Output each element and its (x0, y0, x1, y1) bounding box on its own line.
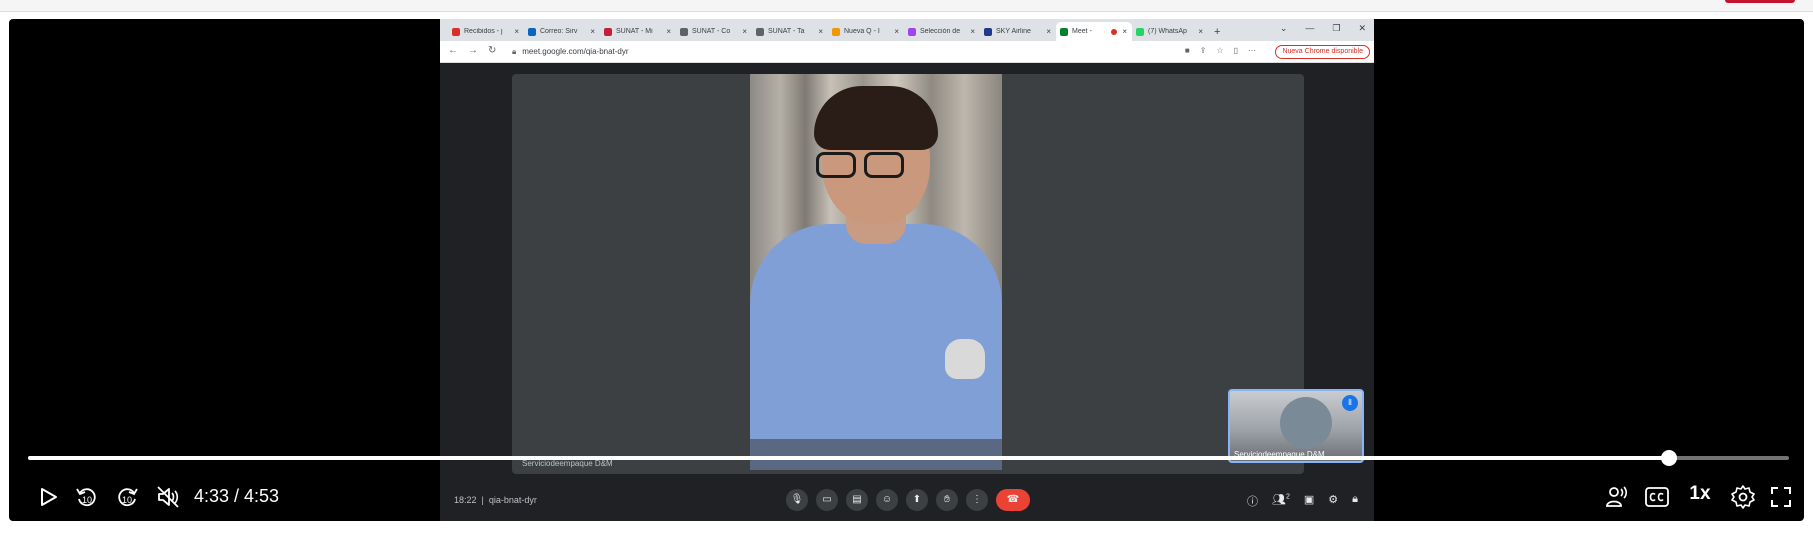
tab-close-icon: × (818, 27, 823, 36)
play-button[interactable] (30, 479, 66, 515)
self-view-tile: ⦀ Serviciodeempaque D&M (1228, 389, 1364, 463)
playback-speed-button[interactable]: 1x (1682, 483, 1718, 505)
transcript-icon (1606, 486, 1628, 507)
tab-favicon-icon (984, 27, 992, 36)
tab-close-icon: × (970, 27, 975, 36)
sidepanel-icon: ▯ (1233, 46, 1238, 55)
speaker-name-label: Serviciodeempaque D&M (522, 459, 613, 468)
page-accent-bar (1725, 0, 1795, 3)
settings-button[interactable] (1725, 479, 1761, 515)
recorded-tab-label: SKY Airline (996, 28, 1031, 35)
tab-favicon-icon (1060, 27, 1068, 36)
forward-10-icon: 10 (118, 488, 138, 507)
speaker-video (750, 74, 1002, 470)
tab-search-icon: ⌄ (1279, 23, 1288, 33)
recorded-tab: (7) WhatsAp × (1132, 22, 1208, 41)
recorded-tab: Selección de × (904, 22, 980, 41)
restore-icon: ❐ (1332, 23, 1341, 33)
video-player[interactable]: Recibidos - j × Correo: Sirv × SUNAT - Mi × SU… (9, 19, 1804, 521)
forward-button[interactable]: 10 (109, 479, 145, 515)
recorded-tab-label: Meet - (1072, 28, 1092, 35)
minimize-icon: — (1305, 23, 1315, 33)
recorded-tab-strip: Recibidos - j × Correo: Sirv × SUNAT - Mi × SU… (440, 19, 1374, 41)
tab-favicon-icon (528, 27, 536, 36)
recorded-tab: Recibidos - j × (448, 22, 524, 41)
transcript-button[interactable] (1599, 479, 1635, 515)
seek-bar-played (28, 456, 1669, 460)
recorded-tab: Correo: Sirv × (524, 22, 600, 41)
lock-icon: 🔒︎ (512, 47, 517, 56)
tab-close-icon: × (590, 27, 595, 36)
back-icon: ← (448, 45, 458, 56)
video-frame: Recibidos - j × Correo: Sirv × SUNAT - Mi × SU… (440, 19, 1374, 521)
tab-favicon-icon (680, 27, 688, 36)
audio-level-icon: ⦀ (1342, 395, 1358, 411)
recorded-tab-label: (7) WhatsAp (1148, 28, 1187, 35)
recorded-tab-label: SUNAT - Mi (616, 28, 653, 35)
mute-button[interactable] (150, 479, 186, 515)
recorded-tab-label: SUNAT - Ta (768, 28, 805, 35)
recorded-tab: Nueva Q - I × (828, 22, 904, 41)
svg-text:10: 10 (82, 495, 92, 505)
recorded-tab: SUNAT - Ta × (752, 22, 828, 41)
svg-text:10: 10 (122, 495, 132, 505)
fullscreen-button[interactable] (1763, 479, 1799, 515)
tab-close-icon: × (742, 27, 747, 36)
tab-close-icon: × (666, 27, 671, 36)
volume-muted-icon (157, 486, 179, 508)
recorded-tab: SUNAT - Co × (676, 22, 752, 41)
recording-indicator-icon (1111, 28, 1118, 35)
share-icon: ⇪ (1199, 46, 1207, 55)
captions-button[interactable] (1639, 479, 1675, 515)
recorded-tab-label: Correo: Sirv (540, 28, 578, 35)
recorded-tab-label: Nueva Q - I (844, 28, 880, 35)
star-icon: ☆ (1216, 46, 1224, 55)
recorded-tab: SKY Airline × (980, 22, 1056, 41)
tab-close-icon: × (894, 27, 899, 36)
gear-icon (1731, 485, 1755, 509)
tab-close-icon: × (1122, 27, 1127, 36)
extensions-icon: ⋯ (1248, 46, 1256, 55)
tab-close-icon: × (1046, 27, 1051, 36)
tab-close-icon: × (514, 27, 519, 36)
url-text: meet.google.com/qia-bnat-dyr (522, 47, 629, 56)
page-top-bar (0, 0, 1813, 12)
seek-bar[interactable] (28, 450, 1789, 466)
tab-favicon-icon (908, 27, 916, 36)
tab-favicon-icon (452, 27, 460, 36)
tab-favicon-icon (832, 27, 840, 36)
rewind-10-icon: 10 (76, 488, 96, 507)
rewind-button[interactable]: 10 (69, 479, 105, 515)
seek-handle[interactable] (1660, 450, 1677, 466)
url-field: 🔒︎ meet.google.com/qia-bnat-dyr (512, 47, 629, 57)
tab-favicon-icon (1136, 27, 1144, 36)
recorded-tab: Meet - × (1056, 22, 1132, 41)
chrome-update-chip: Nueva Chrome disponible (1275, 45, 1370, 59)
window-controls: ⌄ — ❐ ✕ (1280, 23, 1366, 34)
recorded-tab-label: Recibidos - j (464, 28, 503, 35)
fullscreen-icon (1771, 487, 1791, 507)
cc-icon (1645, 487, 1669, 507)
recorded-tab-label: SUNAT - Co (692, 28, 731, 35)
recorded-address-bar: ← → ↻ 🔒︎ meet.google.com/qia-bnat-dyr ■ ⇪… (440, 41, 1374, 63)
player-controls: 10 10 4:33 / 4:53 1x (9, 479, 1804, 515)
recorded-tab: SUNAT - Mi × (600, 22, 676, 41)
reload-icon: ↻ (488, 45, 497, 56)
tab-favicon-icon (604, 27, 612, 36)
recorded-tab-label: Selección de (920, 28, 961, 35)
new-tab-icon: + (1214, 26, 1221, 38)
close-window-icon: ✕ (1358, 23, 1366, 33)
forward-icon: → (468, 45, 478, 56)
time-display: 4:33 / 4:53 (194, 486, 280, 506)
tab-favicon-icon (756, 27, 764, 36)
play-icon (41, 488, 57, 506)
tab-close-icon: × (1198, 27, 1203, 36)
camera-indicator-icon: ■ (1184, 46, 1190, 55)
